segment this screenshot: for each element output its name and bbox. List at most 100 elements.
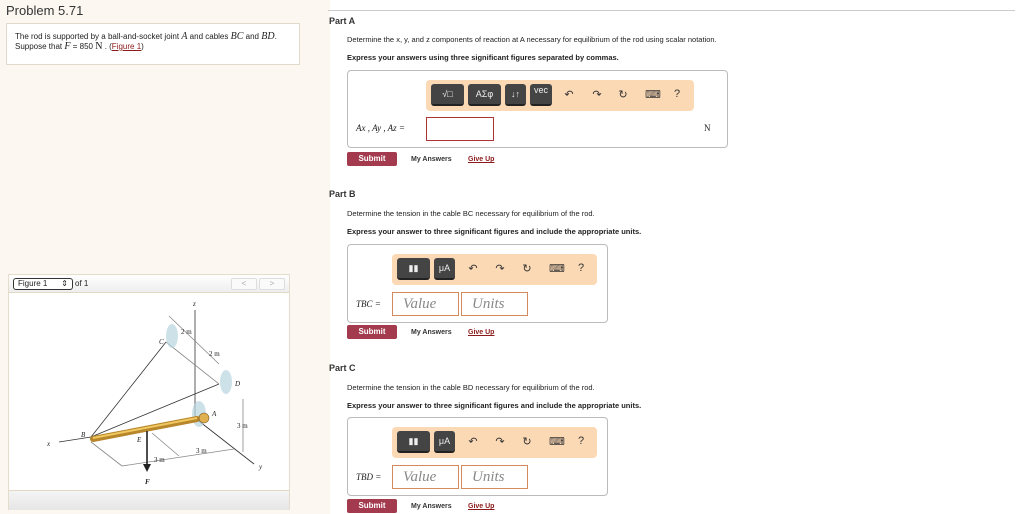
part-b-instruction: Express your answer to three significant…	[347, 227, 642, 236]
help-icon[interactable]: ?	[574, 262, 588, 274]
dim-3m-b: 3 m	[154, 456, 165, 464]
label-x: x	[46, 440, 51, 448]
support-d	[220, 370, 232, 394]
var-bd: BD	[261, 31, 275, 42]
select-arrows-icon: ⇕	[61, 279, 68, 288]
problem-panel: Problem 5.71 The rod is supported by a b…	[0, 0, 330, 514]
rod-diagram: z C D A B E x y F 2 m 2 m 3 m 3 m 3 m	[46, 300, 263, 486]
my-answers-link[interactable]: My Answers	[411, 156, 452, 163]
part-c-instruction: Express your answer to three significant…	[347, 401, 642, 410]
units-button[interactable]: μA	[434, 258, 455, 280]
give-up-link[interactable]: Give Up	[468, 329, 494, 336]
math-toolbar: ▮▮ μA ↶ ↷ ↻ ⌨ ?	[392, 254, 597, 285]
label-a: A	[211, 410, 217, 418]
help-icon[interactable]: ?	[574, 435, 588, 447]
reset-icon[interactable]: ↻	[520, 262, 534, 275]
next-figure-button[interactable]: >	[259, 278, 285, 290]
label-e: E	[136, 436, 142, 444]
statement-text: . (	[104, 42, 112, 51]
part-b-answer-box: ▮▮ μA ↶ ↷ ↻ ⌨ ? TBC = Value Units	[347, 244, 608, 323]
math-toolbar: √□ ΑΣφ ↓↑ vec ↶ ↷ ↻ ⌨ ?	[426, 80, 694, 111]
answer-input[interactable]	[426, 117, 494, 141]
figure-link[interactable]: Figure 1	[112, 42, 141, 51]
answer-label: TBD =	[356, 472, 382, 482]
value-input[interactable]: Value	[392, 292, 459, 316]
value-input[interactable]: Value	[392, 465, 459, 489]
template-button[interactable]: ▮▮	[397, 431, 430, 453]
submit-button[interactable]: Submit	[347, 152, 397, 166]
keyboard-icon[interactable]: ⌨	[645, 88, 661, 101]
units-input[interactable]: Units	[461, 465, 528, 489]
unit: N	[95, 41, 103, 52]
help-icon[interactable]: ?	[670, 88, 684, 100]
undo-icon[interactable]: ↶	[466, 262, 480, 275]
math-toolbar: ▮▮ μA ↶ ↷ ↻ ⌨ ?	[392, 427, 597, 458]
my-answers-link[interactable]: My Answers	[411, 503, 452, 510]
part-b-question: Determine the tension in the cable BC ne…	[347, 209, 595, 218]
label-z: z	[192, 300, 196, 308]
part-a-title: Part A	[329, 16, 356, 26]
label-f: F	[145, 478, 150, 486]
submit-button[interactable]: Submit	[347, 325, 397, 339]
cable-bc	[90, 341, 167, 438]
undo-icon[interactable]: ↶	[562, 88, 576, 101]
answer-label: TBC =	[356, 299, 381, 309]
label-c: C	[159, 338, 164, 346]
units-input[interactable]: Units	[461, 292, 528, 316]
redo-icon[interactable]: ↷	[493, 435, 507, 448]
label-b: B	[81, 431, 86, 439]
submit-button[interactable]: Submit	[347, 499, 397, 513]
var-f: F	[64, 41, 71, 52]
subscript-button[interactable]: ↓↑	[505, 84, 526, 106]
vector-button[interactable]: vec	[530, 84, 552, 106]
part-a-question: Determine the x, y, and z components of …	[347, 35, 717, 44]
units-button[interactable]: μA	[434, 431, 455, 453]
problem-title: Problem 5.71	[6, 3, 84, 18]
divider	[328, 10, 1015, 11]
figure-toolbar: Figure 1 ⇕ of 1 < >	[9, 275, 289, 293]
part-c-title: Part C	[329, 363, 356, 373]
reset-icon[interactable]: ↻	[520, 435, 534, 448]
template-button[interactable]: ▮▮	[397, 258, 430, 280]
redo-icon[interactable]: ↷	[590, 88, 604, 101]
figure-panel: Figure 1 ⇕ of 1 < > z C D A B E x y F 2 …	[8, 274, 290, 510]
dim-2m-a: 2 m	[181, 328, 192, 336]
support-c	[166, 324, 178, 348]
var-a: A	[181, 31, 188, 42]
dim-2m-b: 2 m	[209, 350, 220, 358]
figure-footer	[9, 490, 289, 510]
var-bc: BC	[230, 31, 244, 42]
reset-icon[interactable]: ↻	[616, 88, 630, 101]
problem-statement: The rod is supported by a ball-and-socke…	[6, 23, 300, 65]
part-a-answer-box: √□ ΑΣφ ↓↑ vec ↶ ↷ ↻ ⌨ ? Ax , Ay , Az = N	[347, 70, 728, 148]
redo-icon[interactable]: ↷	[493, 262, 507, 275]
give-up-link[interactable]: Give Up	[468, 156, 494, 163]
label-y: y	[258, 463, 263, 471]
figure-select[interactable]: Figure 1 ⇕	[13, 278, 73, 290]
unit-label: N	[704, 123, 711, 133]
statement-text: and cables	[189, 32, 229, 41]
prev-figure-button[interactable]: <	[231, 278, 257, 290]
my-answers-link[interactable]: My Answers	[411, 329, 452, 336]
statement-text: The rod is supported by a ball-and-socke…	[15, 32, 180, 41]
undo-icon[interactable]: ↶	[466, 435, 480, 448]
greek-button[interactable]: ΑΣφ	[468, 84, 501, 106]
part-a-instruction: Express your answers using three signifi…	[347, 53, 619, 62]
figure-select-value: Figure 1	[18, 279, 48, 288]
statement-text: and	[245, 32, 259, 41]
x-axis	[58, 436, 92, 443]
label-d: D	[234, 380, 240, 388]
keyboard-icon[interactable]: ⌨	[549, 262, 565, 275]
give-up-link[interactable]: Give Up	[468, 503, 494, 510]
part-c-question: Determine the tension in the cable BD ne…	[347, 383, 595, 392]
part-b-title: Part B	[329, 189, 356, 199]
statement-text: )	[141, 42, 144, 51]
figure-count: of 1	[75, 279, 89, 288]
dim-3m-a: 3 m	[237, 422, 248, 430]
template-button[interactable]: √□	[431, 84, 464, 106]
keyboard-icon[interactable]: ⌨	[549, 435, 565, 448]
part-c-answer-box: ▮▮ μA ↶ ↷ ↻ ⌨ ? TBD = Value Units	[347, 417, 608, 496]
answer-label: Ax , Ay , Az =	[356, 123, 405, 133]
statement-text: = 850	[72, 42, 93, 51]
dim-3m-c: 3 m	[196, 447, 207, 455]
